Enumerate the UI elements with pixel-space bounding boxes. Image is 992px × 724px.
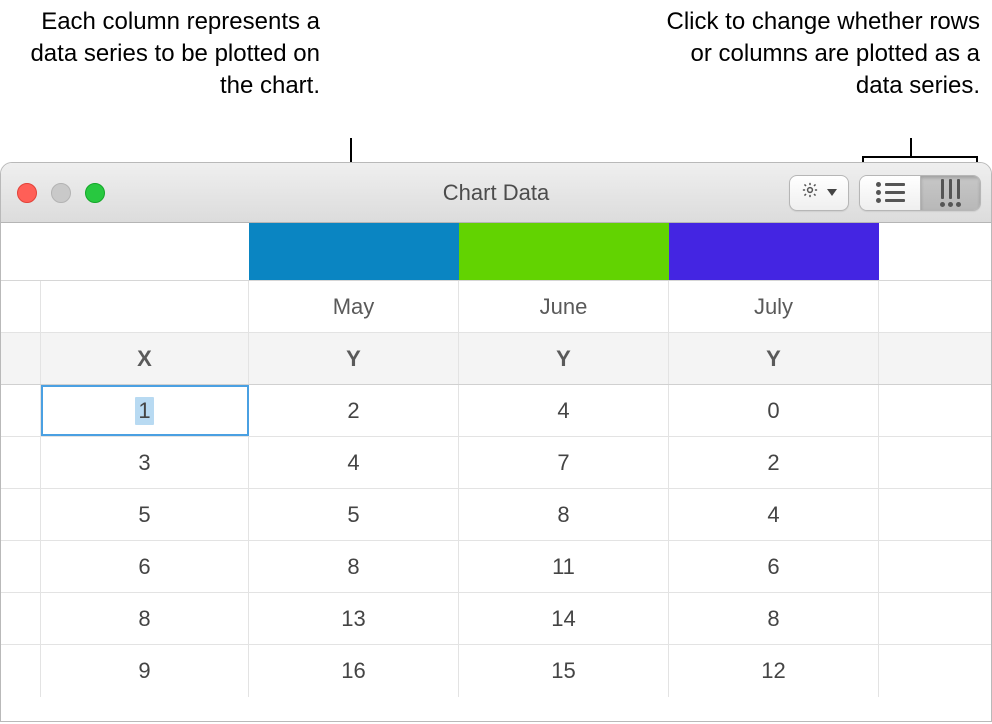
empty-cell [879, 437, 991, 488]
empty-cell [879, 541, 991, 592]
row-handle[interactable] [1, 645, 41, 697]
y-value-cell[interactable]: 5 [249, 489, 459, 540]
series-color-swatch[interactable] [669, 223, 879, 280]
plot-rows-button[interactable] [860, 176, 920, 210]
x-value-cell[interactable]: 1 [41, 385, 249, 436]
window-zoom-button[interactable] [85, 183, 105, 203]
empty-cell [879, 223, 991, 280]
y-axis-header[interactable]: Y [249, 333, 459, 384]
y-value-cell[interactable]: 4 [459, 385, 669, 436]
series-orientation-toggle [859, 175, 981, 211]
table-row: 813148 [1, 593, 991, 645]
table-row: 1240 [1, 385, 991, 437]
x-value-cell[interactable]: 9 [41, 645, 249, 697]
empty-cell [879, 593, 991, 644]
series-color-row [1, 223, 991, 281]
y-value-cell[interactable]: 2 [249, 385, 459, 436]
series-label[interactable]: May [249, 281, 459, 332]
callout-orientation: Click to change whether rows or columns … [660, 6, 980, 102]
row-handle[interactable] [1, 333, 41, 384]
empty-cell [879, 333, 991, 384]
y-value-cell[interactable]: 12 [669, 645, 879, 697]
window-minimize-button[interactable] [51, 183, 71, 203]
gear-icon [801, 181, 819, 204]
series-label[interactable]: July [669, 281, 879, 332]
y-value-cell[interactable]: 8 [459, 489, 669, 540]
empty-cell [879, 489, 991, 540]
table-row: 3472 [1, 437, 991, 489]
x-axis-header[interactable]: X [41, 333, 249, 384]
blank-header[interactable] [41, 281, 249, 332]
table-row: 68116 [1, 541, 991, 593]
series-color-swatch[interactable] [459, 223, 669, 280]
y-value-cell[interactable]: 7 [459, 437, 669, 488]
toolbar-right-group [789, 175, 981, 211]
y-value-cell[interactable]: 2 [669, 437, 879, 488]
y-value-cell[interactable]: 4 [669, 489, 879, 540]
row-handle[interactable] [1, 223, 41, 280]
axis-label-row: X Y Y Y [1, 333, 991, 385]
callout-column-series: Each column represents a data series to … [20, 6, 320, 102]
columns-icon [940, 179, 961, 207]
x-value-cell[interactable]: 3 [41, 437, 249, 488]
chart-data-table: May June July X Y Y Y 124034725584681168… [1, 223, 991, 721]
x-value-cell[interactable]: 5 [41, 489, 249, 540]
table-row: 5584 [1, 489, 991, 541]
row-handle[interactable] [1, 489, 41, 540]
row-handle[interactable] [1, 541, 41, 592]
row-handle[interactable] [1, 385, 41, 436]
series-label-row: May June July [1, 281, 991, 333]
window-close-button[interactable] [17, 183, 37, 203]
empty-cell [879, 645, 991, 697]
y-value-cell[interactable]: 11 [459, 541, 669, 592]
settings-menu-button[interactable] [789, 175, 849, 211]
plot-columns-button[interactable] [920, 176, 980, 210]
callout-leader [862, 156, 978, 158]
y-value-cell[interactable]: 8 [669, 593, 879, 644]
rows-icon [876, 182, 905, 203]
y-axis-header[interactable]: Y [459, 333, 669, 384]
y-value-cell[interactable]: 13 [249, 593, 459, 644]
chart-data-window: Chart Data [0, 162, 992, 722]
row-handle[interactable] [1, 281, 41, 332]
y-value-cell[interactable]: 0 [669, 385, 879, 436]
chevron-down-icon [827, 189, 837, 196]
y-value-cell[interactable]: 16 [249, 645, 459, 697]
row-handle[interactable] [1, 437, 41, 488]
annotation-callouts: Each column represents a data series to … [0, 0, 992, 162]
empty-cell [879, 281, 991, 332]
window-titlebar: Chart Data [1, 163, 991, 223]
y-axis-header[interactable]: Y [669, 333, 879, 384]
series-color-swatch[interactable] [249, 223, 459, 280]
x-value-cell[interactable]: 6 [41, 541, 249, 592]
series-label[interactable]: June [459, 281, 669, 332]
y-value-cell[interactable]: 6 [669, 541, 879, 592]
y-value-cell[interactable]: 15 [459, 645, 669, 697]
table-row: 9161512 [1, 645, 991, 697]
empty-cell [879, 385, 991, 436]
window-traffic-lights [17, 183, 105, 203]
y-value-cell[interactable]: 14 [459, 593, 669, 644]
row-handle[interactable] [1, 593, 41, 644]
data-rows: 124034725584681168131489161512 [1, 385, 991, 697]
blank-header[interactable] [41, 223, 249, 280]
callout-leader [910, 138, 912, 156]
y-value-cell[interactable]: 4 [249, 437, 459, 488]
x-value-cell[interactable]: 8 [41, 593, 249, 644]
y-value-cell[interactable]: 8 [249, 541, 459, 592]
